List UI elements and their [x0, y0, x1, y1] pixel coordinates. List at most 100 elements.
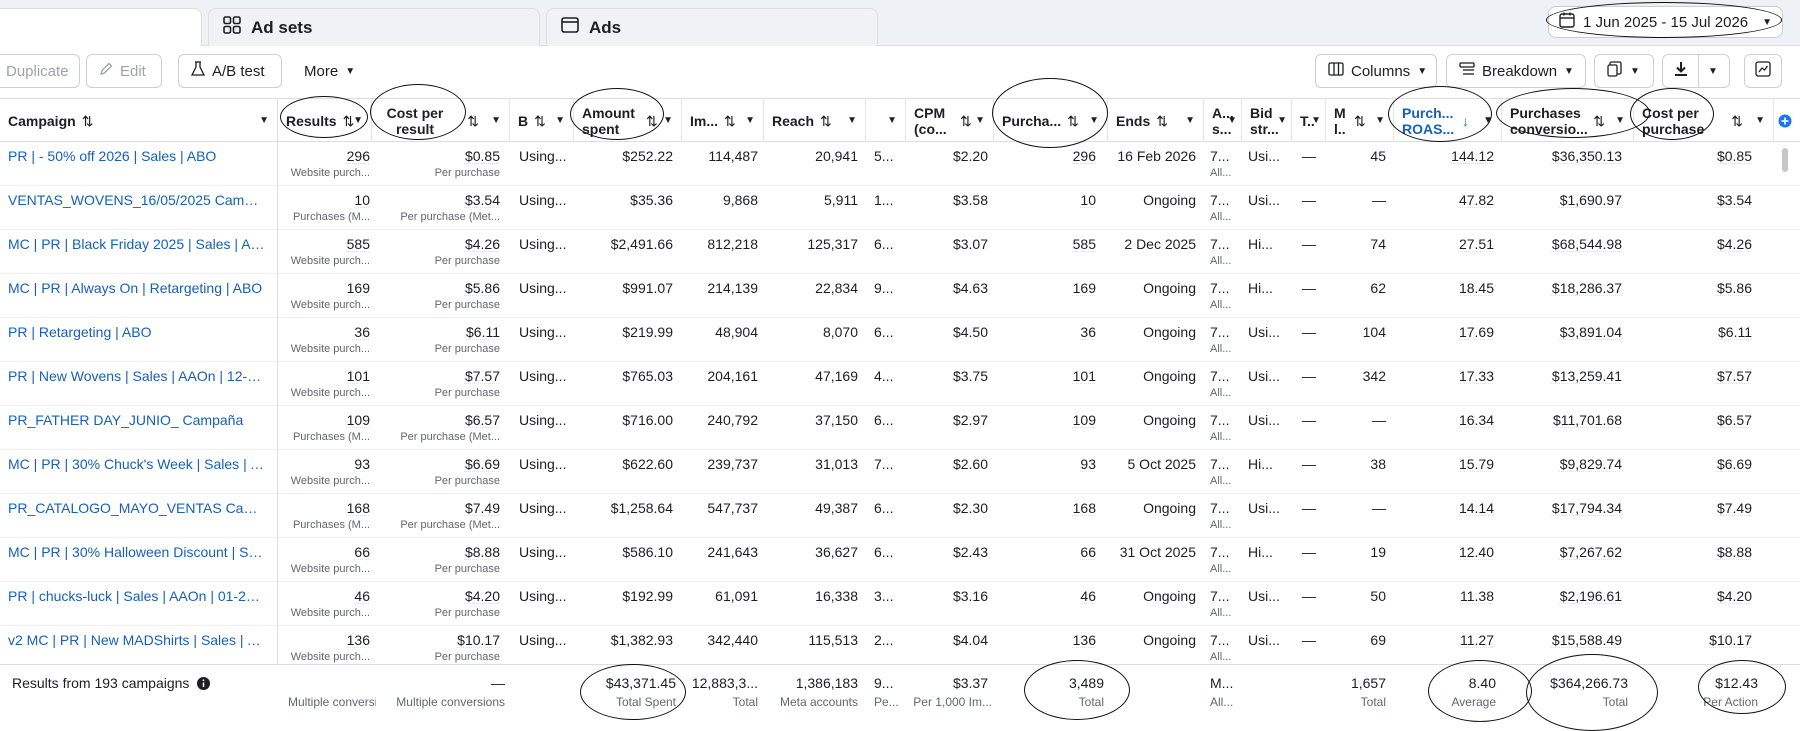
cell-value: 168	[346, 500, 370, 516]
column-header-cpm[interactable]: CPM (co... ⇅ ▼	[906, 99, 994, 142]
tab-campaigns[interactable]	[0, 8, 202, 46]
sort-icon: ⇅	[467, 112, 479, 129]
cell-bid: Using...	[519, 324, 577, 340]
cell-value: 109	[1072, 412, 1096, 428]
ab-test-button[interactable]: A/B test	[178, 54, 282, 88]
cell-value: —	[1302, 412, 1316, 428]
column-header-cost-per-result[interactable]: Cost per result ⇅ ▼	[372, 99, 510, 142]
chevron-down-icon: ▼	[1375, 114, 1385, 126]
table-row[interactable]: VENTAS_WOVENS_16/05/2025 Campa... 10 Purch…	[0, 186, 1800, 230]
cell-cost-per-purchase: $7.49	[1640, 500, 1752, 516]
cell-results-sub: Website purch...	[290, 299, 370, 311]
chart-toggle-button[interactable]	[1744, 54, 1782, 88]
campaign-name-link[interactable]: MC | PR | 30% Chuck's Week | Sales | Ad.…	[8, 456, 266, 472]
cell-results: 36	[290, 324, 370, 340]
cell-value: 585	[346, 236, 370, 252]
breakdown-button[interactable]: Breakdown ▼	[1446, 54, 1586, 88]
cell-frequency: 7...	[874, 456, 904, 472]
columns-button[interactable]: Columns ▼	[1315, 54, 1437, 88]
cell-amount-spent: $2,491.66	[580, 236, 673, 252]
reports-button[interactable]: ▼	[1594, 54, 1654, 88]
column-header-t[interactable]: T.. ▼	[1292, 99, 1326, 142]
vertical-scrollbar[interactable]	[1782, 148, 1788, 172]
cell-value: Ongoing	[1143, 192, 1196, 208]
campaign-name-link[interactable]: PR_FATHER DAY_JUNIO_ Campaña	[8, 412, 266, 428]
cell-attribution-sub: All...	[1210, 343, 1232, 355]
tab-ads[interactable]: Ads	[546, 8, 878, 46]
cell-results: 136	[290, 632, 370, 648]
summary-attribution: M...	[1210, 675, 1234, 691]
table-row[interactable]: MC | PR | 30% Chuck's Week | Sales | Ad.…	[0, 450, 1800, 494]
column-header-ends[interactable]: Ends ⇅ ▼	[1108, 99, 1204, 142]
column-header-m[interactable]: M l.. ⇅ ▼	[1326, 99, 1394, 142]
campaign-name-link[interactable]: VENTAS_WOVENS_16/05/2025 Campa...	[8, 192, 266, 208]
cell-value: $5.86	[464, 280, 500, 296]
add-column-icon[interactable]	[1774, 99, 1800, 142]
table-row[interactable]: MC | PR | Always On | Retargeting | ABO 1…	[0, 274, 1800, 318]
cell-value: Usi...	[1248, 632, 1280, 648]
summary-m-sub: Total	[1360, 695, 1386, 709]
column-header-amount-spent[interactable]: Amount spent ⇅ ▼	[574, 99, 682, 142]
column-header-impressions[interactable]: Im... ⇅ ▼	[682, 99, 764, 142]
duplicate-button[interactable]: Duplicate	[0, 54, 80, 88]
summary-impressions: 12,883,3...	[691, 675, 758, 691]
table-row[interactable]: PR | - 50% off 2026 | Sales | ABO 296 Webs…	[0, 142, 1800, 186]
cell-amount-spent: $1,382.93	[580, 632, 673, 648]
table-row[interactable]: MC | PR | Black Friday 2025 | Sales | AB…	[0, 230, 1800, 274]
table-row[interactable]: MC | PR | 30% Halloween Discount | Sal..…	[0, 538, 1800, 582]
tab-ad-sets[interactable]: Ad sets	[208, 8, 540, 46]
table-row[interactable]: PR_CATALOGO_MAYO_VENTAS Camp... 168 Purcha…	[0, 494, 1800, 538]
cell-cost-per-result-sub: Per purchase	[434, 387, 500, 399]
column-header-cost-per-purchase[interactable]: Cost per purchase ⇅ ▼	[1634, 99, 1774, 142]
cell-reach: 5,911	[770, 192, 858, 208]
campaign-name-link[interactable]: PR | Retargeting | ABO	[8, 324, 266, 340]
chevron-down-icon: ▼	[847, 114, 857, 126]
column-header-roas[interactable]: Purch... ROAS... ↓ ▼	[1394, 99, 1502, 142]
campaign-name-link[interactable]: v2 MC | PR | New MADShirts | Sales | A..…	[8, 632, 266, 648]
table-row[interactable]: PR | New Wovens | Sales | AAOn | 12-11-.…	[0, 362, 1800, 406]
cell-m: —	[1326, 500, 1386, 516]
column-header-attribution[interactable]: A... s... ▼	[1204, 99, 1242, 142]
cell-amount-spent: $716.00	[580, 412, 673, 428]
cell-m: 69	[1326, 632, 1386, 648]
edit-button[interactable]: Edit	[86, 54, 162, 88]
table-row[interactable]: PR | Retargeting | ABO 36 Website purch...…	[0, 318, 1800, 362]
more-button[interactable]: More ▼	[292, 54, 368, 88]
table-row[interactable]: PR_FATHER DAY_JUNIO_ Campaña 109 Purchases…	[0, 406, 1800, 450]
cell-t: —	[1302, 368, 1322, 384]
column-header-reach[interactable]: Reach ⇅ ▼	[764, 99, 866, 142]
cell-value: 11.38	[1460, 588, 1494, 604]
cell-reach: 49,387	[770, 500, 858, 516]
column-header-results[interactable]: Results ⇅ ▼	[278, 99, 372, 142]
sort-icon: ⇅	[960, 112, 972, 129]
cell-reach: 115,513	[770, 632, 858, 648]
column-header-bid[interactable]: B ⇅ ▼	[510, 99, 574, 142]
export-button[interactable]: ▼	[1662, 54, 1730, 88]
table-row[interactable]: PR | chucks-luck | Sales | AAOn | 01-27-…	[0, 582, 1800, 626]
cell-conversion-value: $13,259.41	[1506, 368, 1622, 384]
column-header-purchases[interactable]: Purcha... ⇅ ▼	[994, 99, 1108, 142]
campaign-name-link[interactable]: PR_CATALOGO_MAYO_VENTAS Camp...	[8, 500, 266, 516]
date-range-picker[interactable]: 1 Jun 2025 - 15 Jul 2026 ▼	[1548, 6, 1783, 38]
chevron-down-icon: ▼	[1277, 114, 1287, 126]
column-header-frequency[interactable]: ▼	[866, 99, 906, 142]
cell-value: 36	[1080, 324, 1096, 340]
column-header-campaign[interactable]: Campaign ⇅ ▼	[0, 99, 278, 142]
cell-value: Using...	[519, 588, 567, 604]
cell-value: Ongoing	[1143, 632, 1196, 648]
cell-bid-strategy: Usi...	[1248, 192, 1288, 208]
campaign-name-link[interactable]: PR | - 50% off 2026 | Sales | ABO	[8, 148, 266, 164]
column-header-conversion-value[interactable]: Purchases conversio... ⇅ ▼	[1502, 99, 1634, 142]
cell-value: $15,588.49	[1551, 632, 1622, 648]
info-icon[interactable]	[197, 677, 211, 693]
campaign-name-link[interactable]: MC | PR | Black Friday 2025 | Sales | AB…	[8, 236, 266, 252]
campaign-name-link[interactable]: MC | PR | 30% Halloween Discount | Sal..…	[8, 544, 266, 560]
cell-impressions: 204,161	[686, 368, 758, 384]
campaign-name-link[interactable]: MC | PR | Always On | Retargeting | ABO	[8, 280, 266, 296]
cell-value: $252.22	[622, 148, 673, 164]
cell-cost-per-purchase: $0.85	[1640, 148, 1752, 164]
campaign-name-link[interactable]: PR | chucks-luck | Sales | AAOn | 01-27-…	[8, 588, 266, 604]
cell-value: $3,891.04	[1559, 324, 1622, 340]
column-header-bid-strategy[interactable]: Bid str... ▼	[1242, 99, 1292, 142]
campaign-name-link[interactable]: PR | New Wovens | Sales | AAOn | 12-11-.…	[8, 368, 266, 384]
